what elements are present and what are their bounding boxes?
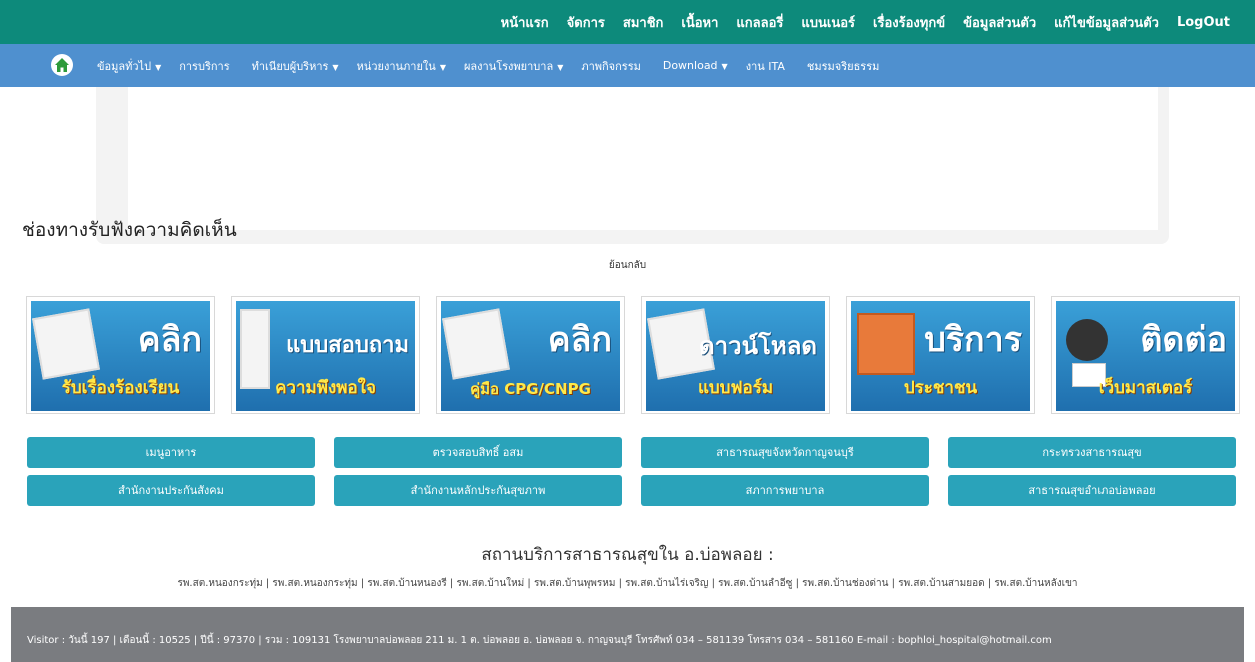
banner-survey[interactable]: แบบสอบถาม ความพึงพอใจ: [231, 296, 420, 414]
link-social-security[interactable]: สำนักงานประกันสังคม: [27, 475, 315, 506]
nav-item-executives[interactable]: ทำเนียบผู้บริหาร ▼: [243, 57, 348, 75]
banner-contact-webmaster[interactable]: ติดต่อ เว็บมาสเตอร์: [1051, 296, 1240, 414]
banner-cpg-manual[interactable]: คลิก คู่มือ CPG/CNPG: [436, 296, 625, 414]
top-menu-content[interactable]: เนื้อหา: [672, 12, 727, 33]
home-button[interactable]: [51, 54, 73, 76]
link-provincial-health[interactable]: สาธารณสุขจังหวัดกาญจนบุรี: [641, 437, 929, 468]
chevron-down-icon: ▼: [332, 62, 339, 72]
banner-image: บริการ ประชาชน: [851, 301, 1030, 411]
top-menu-manage[interactable]: จัดการ: [558, 12, 614, 33]
nav-item-label: ทำเนียบผู้บริหาร: [251, 59, 329, 73]
banner-subtitle: เว็บมาสเตอร์: [1098, 378, 1193, 398]
webmaster-icon: [1066, 319, 1108, 361]
banner-subtitle: คู่มือ CPG/CNPG: [470, 380, 591, 398]
banner-title: คลิก: [547, 320, 612, 360]
chevron-down-icon: ▼: [557, 62, 564, 72]
banner-image: คลิก รับเรื่องร้องเรียน: [31, 301, 210, 411]
top-menu-banner[interactable]: แบนเนอร์: [792, 12, 864, 33]
nav-item-download[interactable]: Download ▼: [654, 59, 737, 72]
link-nursing-council[interactable]: สภาการพยาบาล: [641, 475, 929, 506]
main-nav: ข้อมูลทั่วไป ▼ การบริการ ทำเนียบผู้บริหาร…: [88, 44, 892, 87]
main-nav-bar: ข้อมูลทั่วไป ▼ การบริการ ทำเนียบผู้บริหาร…: [0, 44, 1255, 87]
link-food-menu[interactable]: เมนูอาหาร: [27, 437, 315, 468]
banner-download-forms[interactable]: ดาวน์โหลด แบบฟอร์ม: [641, 296, 830, 414]
home-icon: [55, 58, 69, 72]
nav-item-ethics-club[interactable]: ชมรมจริยธรรม: [798, 57, 892, 75]
nav-item-label: ผลงานโรงพยาบาล: [463, 59, 554, 73]
nav-item-label: ภาพกิจกรรม: [581, 59, 641, 73]
banner-title: ดาวน์โหลด: [699, 332, 817, 360]
chevron-down-icon: ▼: [721, 62, 728, 71]
service-person-icon: [857, 313, 915, 375]
services-list: รพ.สต.หนองกระทุ่ม | รพ.สต.หนองกระทุ่ม | …: [177, 578, 1078, 589]
banner-image: คลิก คู่มือ CPG/CNPG: [441, 301, 620, 411]
banner-subtitle: แบบฟอร์ม: [697, 378, 774, 398]
banner-title: แบบสอบถาม: [286, 333, 409, 358]
chevron-down-icon: ▼: [439, 62, 446, 72]
top-menu-bar: หน้าแรก จัดการ สมาชิก เนื้อหา แกลลอรี่ แ…: [0, 0, 1255, 44]
chevron-down-icon: ▼: [155, 62, 162, 72]
nav-item-hospital-works[interactable]: ผลงานโรงพยาบาล ▼: [455, 57, 572, 75]
footer-text: Visitor : วันนี้ 197 | เดือนนี้ : 10525 …: [27, 635, 1052, 646]
banner-subtitle: รับเรื่องร้องเรียน: [61, 378, 180, 398]
banner-image: ติดต่อ เว็บมาสเตอร์: [1056, 301, 1235, 411]
content-panel: [96, 87, 1169, 244]
top-menu-home[interactable]: หน้าแรก: [492, 12, 558, 33]
banner-row: คลิก รับเรื่องร้องเรียน แบบสอบถาม ความพึ…: [26, 296, 1240, 414]
document-pen-icon: [32, 308, 100, 380]
nav-item-label: การบริการ: [179, 59, 230, 73]
banner-subtitle: ความพึงพอใจ: [275, 378, 376, 398]
top-menu-logout[interactable]: LogOut: [1168, 15, 1239, 30]
top-menu-profile[interactable]: ข้อมูลส่วนตัว: [954, 12, 1045, 33]
banner-title: ติดต่อ: [1140, 320, 1227, 360]
nav-item-ita[interactable]: งาน ITA: [737, 57, 798, 75]
top-menu-gallery[interactable]: แกลลอรี่: [727, 12, 792, 33]
footer: Visitor : วันนี้ 197 | เดือนนี้ : 10525 …: [11, 607, 1244, 662]
nav-item-services[interactable]: การบริการ: [170, 57, 242, 75]
banner-complaints[interactable]: คลิก รับเรื่องร้องเรียน: [26, 296, 215, 414]
nav-item-label: ข้อมูลทั่วไป: [97, 59, 152, 73]
nav-item-label: ชมรมจริยธรรม: [806, 59, 880, 73]
back-link[interactable]: ย้อนกลับ: [0, 258, 1255, 273]
nav-item-activities[interactable]: ภาพกิจกรรม: [572, 57, 654, 75]
link-nhso[interactable]: สำนักงานหลักประกันสุขภาพ: [334, 475, 622, 506]
top-menu-members[interactable]: สมาชิก: [614, 12, 673, 33]
nav-item-departments[interactable]: หน่วยงานภายใน ▼: [348, 57, 455, 75]
top-menu-complaints[interactable]: เรื่องร้องทุกข์: [864, 12, 954, 33]
content-panel-body: [128, 87, 1158, 230]
top-menu: หน้าแรก จัดการ สมาชิก เนื้อหา แกลลอรี่ แ…: [492, 0, 1239, 44]
banner-image: ดาวน์โหลด แบบฟอร์ม: [646, 301, 825, 411]
banner-title: คลิก: [137, 320, 202, 360]
link-district-health[interactable]: สาธารณสุขอำเภอบ่อพลอย: [948, 475, 1236, 506]
page-title: ช่องทางรับฟังความคิดเห็น: [22, 219, 237, 241]
link-ministry-health[interactable]: กระทรวงสาธารณสุข: [948, 437, 1236, 468]
nav-item-label: หน่วยงานภายใน: [356, 59, 436, 73]
banner-subtitle: ประชาชน: [903, 378, 978, 398]
banner-public-service[interactable]: บริการ ประชาชน: [846, 296, 1035, 414]
banner-title: บริการ: [924, 320, 1022, 360]
link-check-rights[interactable]: ตรวจสอบสิทธิ์ อสม: [334, 437, 622, 468]
nav-item-label: Download: [662, 59, 718, 72]
manual-book-icon: [442, 308, 510, 380]
external-links: เมนูอาหาร ตรวจสอบสิทธิ์ อสม สาธารณสุขจัง…: [27, 437, 1236, 506]
nav-item-label: งาน ITA: [745, 59, 785, 73]
services-title: สถานบริการสาธารณสุขใน อ.บ่อพลอย :: [481, 545, 774, 565]
top-menu-edit-profile[interactable]: แก้ไขข้อมูลส่วนตัว: [1045, 12, 1168, 33]
nav-item-general-info[interactable]: ข้อมูลทั่วไป ▼: [88, 57, 170, 75]
banner-image: แบบสอบถาม ความพึงพอใจ: [236, 301, 415, 411]
